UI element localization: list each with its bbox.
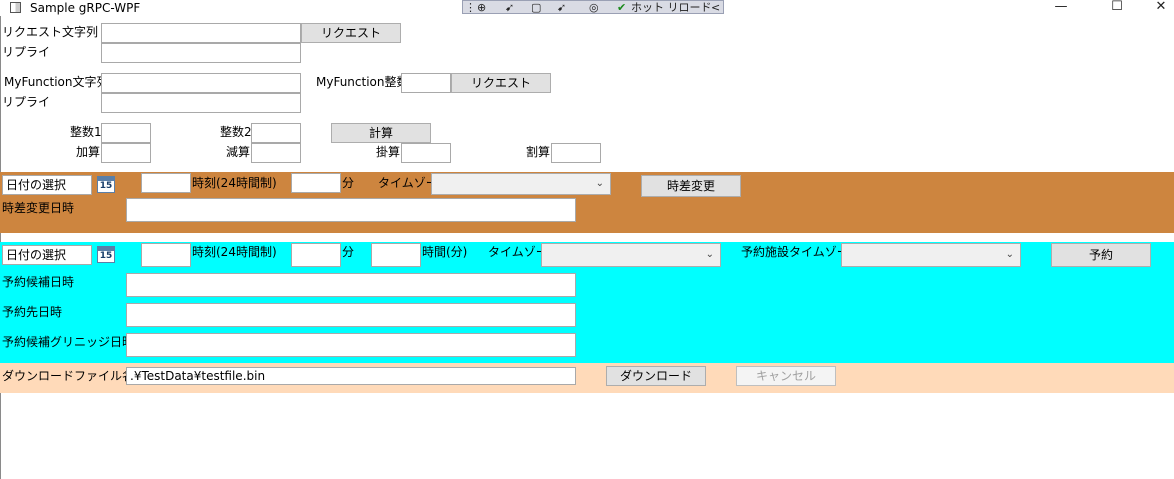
hot-reload-check-icon: ✔ [617, 1, 627, 14]
sub-label: 減算 [226, 145, 251, 159]
pointer-icon[interactable]: ➹ [505, 1, 514, 14]
select-element-icon[interactable]: ⊕ [477, 1, 486, 14]
reserve-duration-input[interactable] [371, 243, 421, 267]
div-label: 割算 [526, 145, 551, 159]
calendar-icon[interactable]: 15 [97, 176, 115, 193]
hot-reload-label[interactable]: ホット リロード [631, 1, 712, 14]
mul-output[interactable] [401, 143, 451, 163]
int2-input[interactable] [251, 123, 301, 143]
layout-adorner-icon[interactable]: ▢ [531, 1, 541, 14]
div-output[interactable] [551, 143, 601, 163]
reserve-button[interactable]: 予約 [1051, 243, 1151, 267]
debug-toolbar: ⋮ ⊕ ➹ ▢ ➹ ◎ ✔ ホット リロード < [462, 0, 724, 14]
myfunction-string-input[interactable] [101, 73, 301, 93]
reserve-date-picker[interactable]: 日付の選択 15 [2, 245, 120, 265]
add-output[interactable] [101, 143, 151, 163]
timezone-result-output[interactable] [126, 198, 576, 222]
myfunction-reply-output[interactable] [101, 93, 301, 113]
int1-label: 整数1 [70, 125, 102, 139]
facility-timezone-select[interactable]: ⌄ [841, 243, 1021, 267]
calendar-icon[interactable]: 15 [97, 246, 115, 263]
reserve-minute-label: 分 [342, 245, 355, 259]
chevron-down-icon: ⌄ [705, 249, 714, 260]
reserve-time-label: 時刻(24時間制) [192, 245, 277, 259]
add-label: 加算 [76, 145, 101, 159]
timezone-minute-input[interactable] [291, 173, 341, 193]
myfunction-int-label: MyFunction整数 [316, 75, 409, 89]
reserve-minute-input[interactable] [291, 243, 341, 267]
int1-input[interactable] [101, 123, 151, 143]
chevron-down-icon: ⌄ [595, 178, 604, 189]
download-filename-input[interactable]: .¥TestData¥testfile.bin [126, 367, 576, 385]
timezone-select[interactable]: ⌄ [431, 173, 611, 195]
app-icon [10, 2, 21, 13]
download-button[interactable]: ダウンロード [606, 366, 706, 386]
reserve-gmt-output[interactable] [126, 333, 576, 357]
reply-label: リプライ [2, 45, 51, 59]
timezone-minute-label: 分 [342, 176, 355, 190]
reserve-candidate-label: 予約候補日時 [2, 275, 75, 289]
timezone-time-label: 時刻(24時間制) [192, 176, 277, 190]
timezone-hour-input[interactable] [141, 173, 191, 193]
int2-label: 整数2 [220, 125, 252, 139]
window-title: Sample gRPC-WPF [30, 1, 141, 15]
myfunction-reply-label: リプライ [2, 95, 51, 109]
myfunction-request-button[interactable]: リクエスト [451, 73, 551, 93]
myfunction-string-label: MyFunction文字列 [4, 75, 109, 89]
mul-label: 掛算 [376, 145, 401, 159]
close-button[interactable]: ✕ [1146, 0, 1174, 14]
timezone-date-picker[interactable]: 日付の選択 15 [2, 175, 120, 195]
myfunction-int-input[interactable] [401, 73, 451, 93]
reserve-target-label: 予約先日時 [2, 305, 63, 319]
request-string-label: リクエスト文字列 [2, 25, 99, 39]
timezone-result-label: 時差変更日時 [2, 201, 75, 215]
track-focus-icon[interactable]: ➹ [557, 1, 566, 14]
cancel-button[interactable]: キャンセル [736, 366, 836, 386]
collapse-chevron-icon[interactable]: < [711, 1, 720, 14]
binding-icon[interactable]: ◎ [589, 1, 599, 14]
chevron-down-icon: ⌄ [1005, 249, 1014, 260]
drag-handle-icon[interactable]: ⋮ [465, 1, 476, 14]
reserve-hour-input[interactable] [141, 243, 191, 267]
timezone-date-text[interactable]: 日付の選択 [2, 175, 92, 195]
sub-output[interactable] [251, 143, 301, 163]
reserve-target-output[interactable] [126, 303, 576, 327]
reserve-duration-label: 時間(分) [422, 245, 468, 259]
title-bar: Sample gRPC-WPF ⋮ ⊕ ➹ ▢ ➹ ◎ ✔ ホット リロード <… [0, 0, 1174, 16]
reserve-candidate-output[interactable] [126, 273, 576, 297]
maximize-button[interactable]: ☐ [1102, 0, 1132, 14]
reserve-timezone-select[interactable]: ⌄ [541, 243, 721, 267]
reply-output[interactable] [101, 43, 301, 63]
reserve-date-text[interactable]: 日付の選択 [2, 245, 92, 265]
request-button[interactable]: リクエスト [301, 23, 401, 43]
timezone-change-button[interactable]: 時差変更 [641, 175, 741, 197]
calc-button[interactable]: 計算 [331, 123, 431, 143]
request-string-input[interactable] [101, 23, 301, 43]
download-filename-label: ダウンロードファイル名 [2, 369, 135, 383]
minimize-button[interactable]: — [1046, 0, 1076, 14]
reserve-gmt-label: 予約候補グリニッジ日時 [2, 335, 135, 349]
